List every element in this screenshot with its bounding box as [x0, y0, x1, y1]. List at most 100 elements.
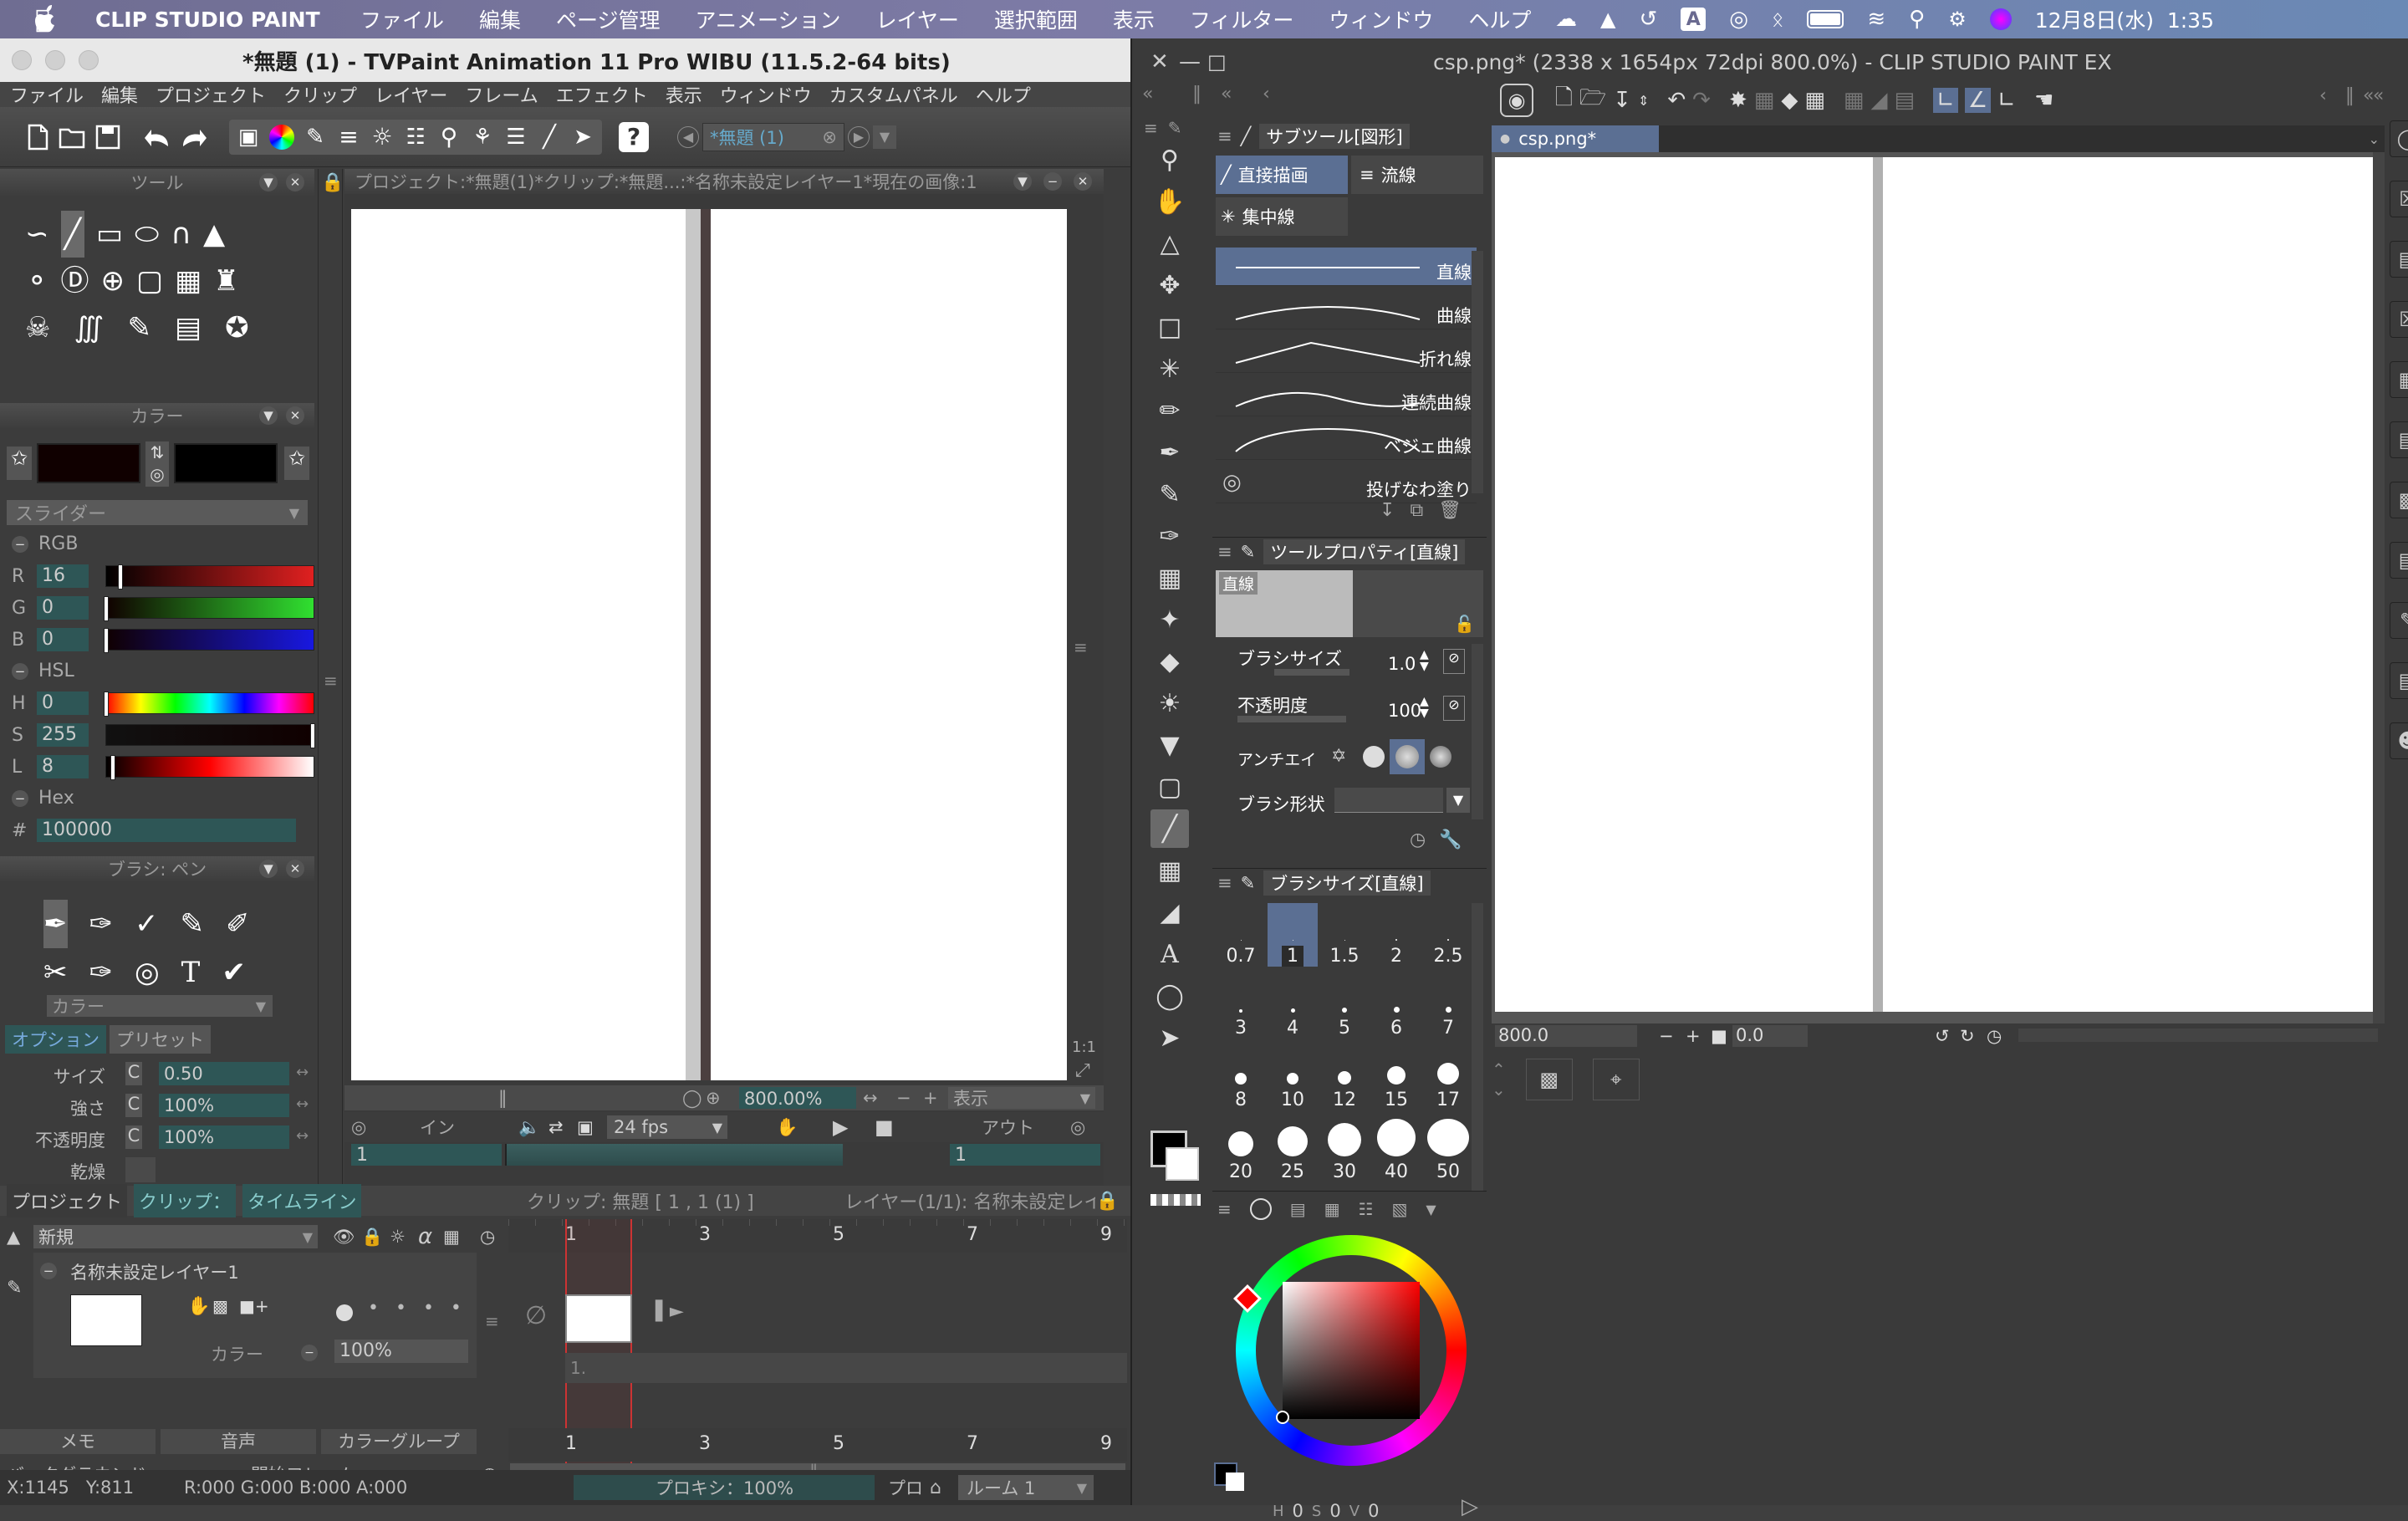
brush-param-mode-icon[interactable]: C	[125, 1125, 142, 1149]
tab-clip[interactable]: クリップ：	[134, 1184, 237, 1217]
lasso-select-icon[interactable]: ⚬	[25, 258, 49, 304]
lock-header-icon[interactable]: 🔒	[361, 1227, 383, 1248]
camera-tool-icon[interactable]: ♜	[213, 258, 238, 304]
menubar-item-8[interactable]: ウィンドウ	[1311, 4, 1451, 34]
brush-size-cell[interactable]: 5	[1319, 975, 1370, 1039]
tvpaint-menu-item-3[interactable]: クリップ	[273, 81, 365, 108]
zoom-value[interactable]: 800.00%	[739, 1087, 856, 1109]
brush-size-cell[interactable]: 40	[1371, 1119, 1421, 1182]
csp-selection-tools2-icon[interactable]: ◢	[1870, 88, 1887, 113]
tvpaint-menu-item-4[interactable]: レイヤー	[365, 81, 455, 108]
sidebar-layer-property-icon[interactable]: ☒	[2390, 301, 2408, 338]
sub-tool-detail-icon[interactable]: 🔧	[1439, 829, 1462, 850]
menubar-app-name[interactable]: CLIP STUDIO PAINT	[95, 8, 320, 32]
stop-icon[interactable]: ■	[875, 1115, 894, 1139]
brush-size-cell[interactable]: 1	[1268, 903, 1318, 967]
tvpaint-menu-item-10[interactable]: ヘルプ	[966, 81, 1038, 108]
csp-redo-icon[interactable]: ↷	[1692, 88, 1711, 113]
time-header-icon[interactable]: ◷	[480, 1227, 495, 1247]
open-folder-icon[interactable]	[57, 121, 89, 153]
subtool-menu-icon[interactable]: ≡	[1217, 126, 1232, 146]
slider-dropdown-icon[interactable]: ▼	[289, 505, 299, 521]
stroke-item-4[interactable]: ベジェ曲線	[1216, 421, 1477, 460]
fill-bucket-icon[interactable]: ▼	[1150, 726, 1189, 764]
subtool-delete-icon[interactable]: 🗑	[1438, 500, 1462, 521]
spotlight-icon[interactable]: ⚲	[1909, 7, 1925, 32]
tvpaint-menu-item-6[interactable]: エフェクト	[546, 81, 656, 108]
siri-icon[interactable]	[1989, 8, 2012, 30]
reset-property-icon[interactable]: ◷	[1410, 829, 1426, 850]
stroke-item-5[interactable]: ◎ 投げなわ塗り	[1216, 465, 1477, 503]
brush-close-icon[interactable]: ✕	[286, 860, 304, 878]
menubar-item-0[interactable]: ファイル	[343, 4, 462, 34]
color-wheel-tab-icon[interactable]	[1249, 1198, 1272, 1220]
effects-icon[interactable]: ⚘	[467, 121, 498, 153]
zoom-resize-icon[interactable]: ⤢	[1075, 1060, 1090, 1081]
brush-shape-select[interactable]	[1334, 788, 1443, 813]
subtool-duplicate-icon[interactable]: ⧉	[1410, 500, 1423, 521]
out-marker-icon[interactable]: ◎	[1070, 1117, 1085, 1137]
text-tool-icon[interactable]: T	[181, 948, 201, 997]
fullscreen-play-icon[interactable]: ▣	[577, 1117, 594, 1137]
secondary-color-swatch[interactable]	[174, 443, 278, 483]
brush-size-cell[interactable]: 30	[1319, 1119, 1370, 1182]
time-machine-icon[interactable]: ↺	[1639, 7, 1657, 32]
collapse-left2-icon[interactable]: «	[1221, 84, 1232, 105]
brush-size-scrollbar[interactable]	[1472, 903, 1483, 1221]
ruler-tool-icon[interactable]: ◢	[1150, 893, 1189, 931]
zoom-fit-icon[interactable]: 1:1	[1072, 1039, 1096, 1056]
text-tool-icon[interactable]: A	[1150, 935, 1189, 973]
out-value[interactable]: 1	[950, 1144, 1100, 1166]
canvas-collapse-icon[interactable]: ▼	[1013, 172, 1032, 191]
stamp-tool-icon[interactable]: ✪	[225, 304, 249, 351]
csp-new-icon[interactable]: 🗋	[1555, 82, 1573, 119]
film-icon[interactable]: ☷	[400, 121, 431, 153]
csp-hscroll[interactable]	[2018, 1028, 2378, 1042]
crop-tool-icon[interactable]: ▢	[136, 258, 163, 304]
canvas-scroll-grip-icon[interactable]: ≡	[1074, 637, 1088, 657]
slider-l[interactable]: L8	[12, 754, 314, 780]
brush-size-cell[interactable]: 8	[1216, 1047, 1266, 1110]
drive-icon[interactable]: ▲	[1600, 8, 1615, 31]
csp-snap-special-icon[interactable]: ∠	[1964, 88, 1992, 113]
csp-rotate-right-icon[interactable]: ↻	[1960, 1026, 1975, 1046]
subtool-tab-streamline[interactable]: ≡ 流線	[1351, 156, 1483, 194]
save-icon[interactable]	[92, 121, 124, 153]
frame-number[interactable]: 3	[699, 1224, 711, 1245]
csp-snap-grid-icon[interactable]: ∟	[1997, 88, 2016, 113]
brush-param-value[interactable]: 0.50	[159, 1062, 289, 1085]
skull-tool-icon[interactable]: ☠	[25, 304, 50, 351]
h-value[interactable]: 0	[37, 692, 89, 715]
eyedropper-tool-icon[interactable]: ✏	[1150, 391, 1189, 430]
csp-zoom-out-icon[interactable]: −	[1659, 1026, 1674, 1046]
brush-param-mode-icon[interactable]: C	[125, 1062, 142, 1085]
selection-tool-icon[interactable]: □	[1150, 308, 1189, 346]
frame-number[interactable]: 9	[1100, 1224, 1112, 1245]
special-brush-icon[interactable]: ✔	[222, 948, 246, 997]
brush-param-link-icon[interactable]: ↔	[296, 1127, 309, 1145]
menubar-item-9[interactable]: ヘルプ	[1451, 4, 1548, 34]
csp-zoom-value[interactable]: 800.0	[1495, 1025, 1637, 1047]
warp-tool-icon[interactable]: ▦	[175, 258, 202, 304]
brush-param-mode-icon[interactable]: C	[125, 1094, 142, 1117]
csp-selection-tools-icon[interactable]: ▦	[1844, 88, 1865, 113]
brush-param-link-icon[interactable]: ↔	[296, 1095, 309, 1113]
frame-number[interactable]: 5	[833, 1224, 844, 1245]
window-zoom-button[interactable]	[79, 50, 99, 70]
tvpaint-menu-item-2[interactable]: プロジェクト	[145, 81, 273, 108]
brush-size-pressure-icon[interactable]: ⊘	[1443, 649, 1465, 674]
eyedropper-left-icon[interactable]: ✩	[7, 447, 32, 480]
3d-object-icon[interactable]: △	[1150, 224, 1189, 263]
rectangle-tool-icon[interactable]: ▭	[96, 211, 123, 258]
apple-logo-icon[interactable]	[33, 5, 59, 33]
brush-size-value[interactable]: 1.0	[1388, 654, 1416, 674]
layer-dot-large[interactable]	[336, 1304, 353, 1321]
zoom-out-icon[interactable]: −	[896, 1088, 911, 1108]
approx-color-tab-icon[interactable]: ▧	[1392, 1199, 1408, 1219]
menubar-clock[interactable]: 12月8日(水) 1:35	[2035, 4, 2214, 34]
layer-dots[interactable]: ••••	[368, 1298, 478, 1319]
sidebar-search-layer-icon[interactable]: ▦	[2390, 361, 2408, 398]
brush-tool-icon[interactable]: ✑	[1150, 517, 1189, 555]
doc-tab-dropdown-icon[interactable]: ⌄	[2369, 131, 2380, 147]
frame-track-row[interactable]	[565, 1353, 1127, 1383]
